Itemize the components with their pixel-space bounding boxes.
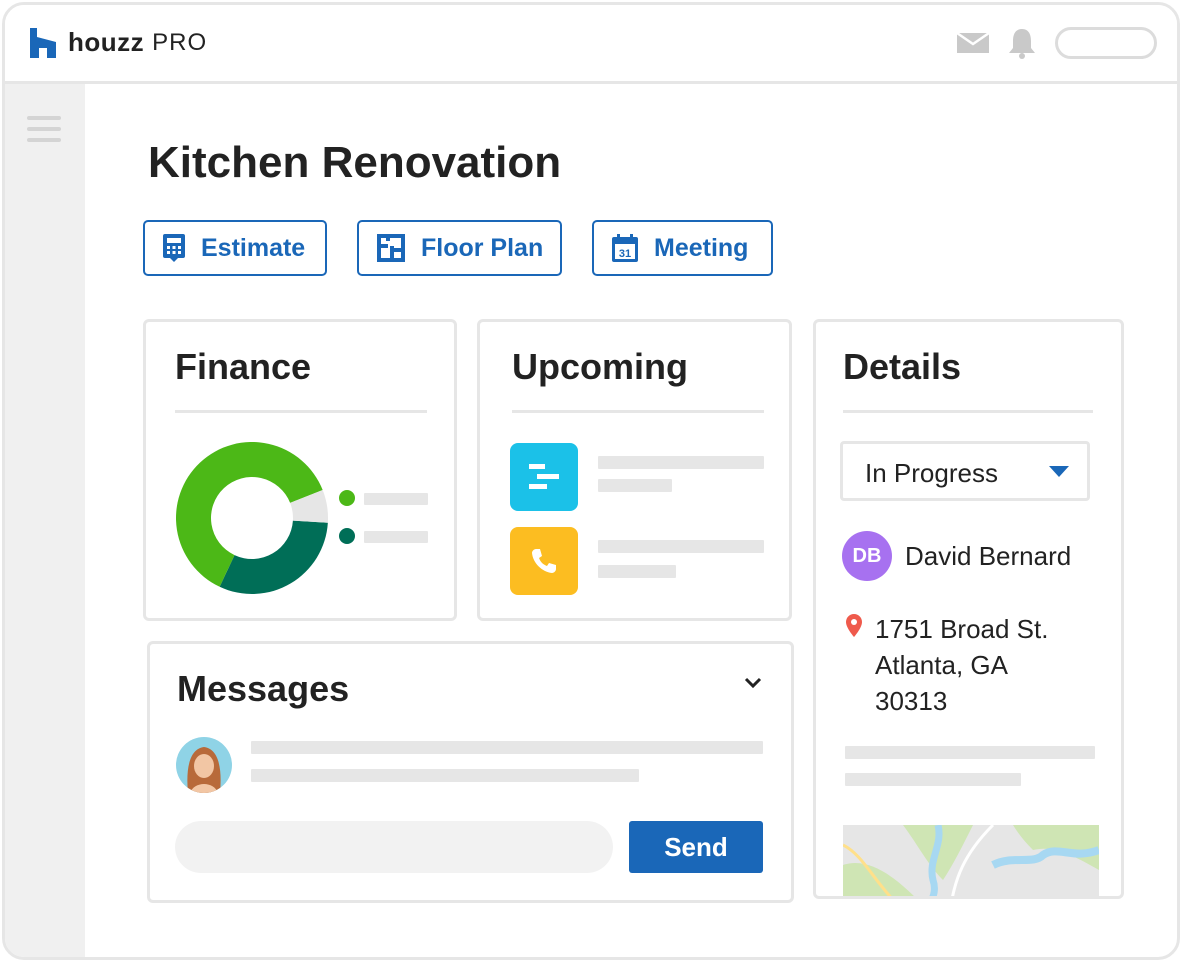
calendar-icon: 31 (612, 234, 638, 262)
page-title: Kitchen Renovation (148, 138, 562, 187)
details-placeholder (845, 773, 1021, 786)
upcoming-divider (512, 410, 764, 413)
mail-icon[interactable] (957, 31, 989, 55)
houzz-logo-icon (30, 27, 56, 58)
status-value: In Progress (865, 458, 998, 488)
messages-card: Messages Send (147, 641, 794, 903)
contact-name[interactable]: David Bernard (905, 538, 1071, 574)
meeting-button[interactable]: 31 Meeting (592, 220, 773, 276)
upcoming-card: Upcoming (477, 319, 792, 621)
sidebar (5, 84, 85, 957)
details-placeholder (845, 746, 1095, 759)
address-line-3: 30313 (875, 686, 948, 716)
floor-plan-button[interactable]: Floor Plan (357, 220, 562, 276)
brand-suffix: PRO (152, 28, 208, 56)
legend-dot-teal (339, 528, 355, 544)
address-line-2: Atlanta, GA (875, 650, 1008, 680)
message-placeholder (251, 769, 639, 782)
timeline-icon (529, 464, 559, 489)
details-card: Details In Progress DB David Bernard 175… (813, 319, 1124, 899)
menu-icon[interactable] (27, 116, 61, 149)
status-select[interactable]: In Progress (840, 441, 1090, 501)
sender-avatar (176, 737, 232, 793)
details-title: Details (843, 346, 962, 387)
estimate-label: Estimate (201, 233, 306, 262)
finance-title: Finance (175, 346, 312, 387)
floor-plan-icon (377, 234, 405, 262)
estimate-button[interactable]: Estimate (143, 220, 327, 276)
location-pin-icon (846, 614, 862, 637)
chevron-down-icon (1049, 466, 1069, 477)
message-input[interactable] (175, 821, 613, 873)
send-button[interactable]: Send (629, 821, 763, 873)
top-bar: houzz PRO (5, 5, 1177, 84)
upcoming-placeholder (598, 540, 764, 553)
logo[interactable]: houzz PRO (30, 27, 207, 58)
calculator-icon (163, 234, 185, 262)
donut-slice (219, 520, 328, 594)
calendar-icon-day: 31 (619, 248, 631, 260)
details-divider (843, 410, 1093, 413)
upcoming-placeholder (598, 479, 672, 492)
header-actions (957, 27, 1157, 59)
contact-avatar: DB (842, 531, 892, 581)
app-window: houzz PRO Kitchen Renovation Estimate Fl… (2, 2, 1180, 960)
floor-plan-label: Floor Plan (421, 233, 544, 262)
message-placeholder (251, 741, 763, 754)
legend-dot-green (339, 490, 355, 506)
legend-placeholder (364, 531, 428, 543)
finance-card: Finance (143, 319, 457, 621)
account-pill[interactable] (1055, 27, 1157, 59)
bell-icon[interactable] (1007, 27, 1037, 59)
upcoming-placeholder (598, 456, 764, 469)
map-thumbnail[interactable] (843, 825, 1099, 899)
chevron-down-icon[interactable] (744, 677, 762, 689)
legend-placeholder (364, 493, 428, 505)
finance-donut-chart (176, 442, 328, 594)
meeting-label: Meeting (654, 233, 749, 262)
upcoming-placeholder (598, 565, 676, 578)
messages-title: Messages (177, 668, 350, 709)
phone-icon (532, 549, 556, 573)
upcoming-item-call[interactable] (510, 527, 578, 595)
brand-name: houzz (68, 27, 145, 57)
address-line-1: 1751 Broad St. (875, 614, 1049, 644)
finance-divider (175, 410, 427, 413)
upcoming-title: Upcoming (512, 346, 688, 387)
upcoming-item-timeline[interactable] (510, 443, 578, 511)
